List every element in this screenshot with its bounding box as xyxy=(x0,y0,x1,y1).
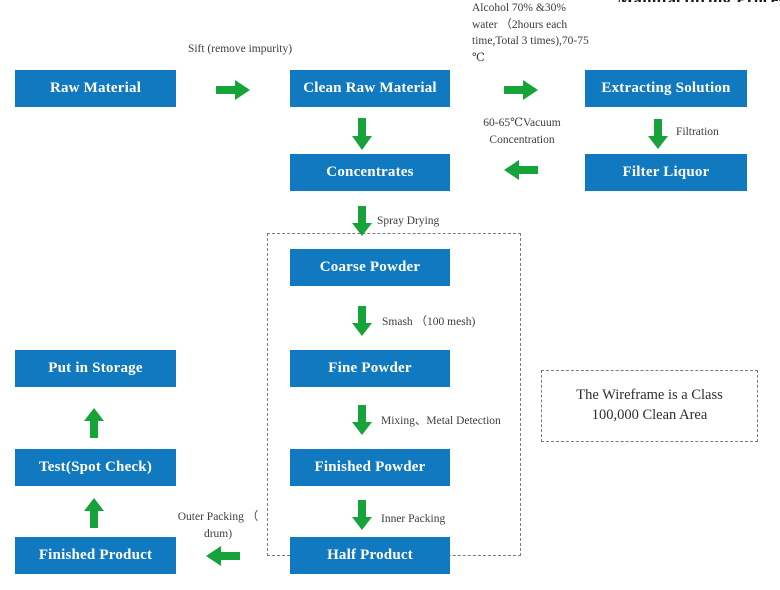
edge-label-mixing-metal-detection: Mixing、Metal Detection xyxy=(381,415,501,427)
arrow-down-filtration xyxy=(648,119,668,149)
arrow-down-spray-drying xyxy=(352,206,372,236)
edge-label-alcohol-extraction: Alcohol 70% &30% water （2hours each time… xyxy=(472,2,589,65)
node-extracting-solution[interactable]: Extracting Solution xyxy=(585,70,747,107)
node-finished-product[interactable]: Finished Product xyxy=(15,537,176,574)
arrow-right-sift xyxy=(216,80,250,100)
node-raw-material[interactable]: Raw Material xyxy=(15,70,176,107)
node-put-in-storage[interactable]: Put in Storage xyxy=(15,350,176,387)
edge-label-spray-drying: Spray Drying xyxy=(377,215,440,227)
edge-label-filtration: Filtration xyxy=(676,126,719,138)
flowchart-canvas: Manufacturing Process Raw Material Sift … xyxy=(0,0,780,590)
arrow-down-inner-packing xyxy=(352,500,372,530)
arrow-left-vacuum-concentration xyxy=(504,160,538,180)
page-title-clipped: Manufacturing Process xyxy=(617,0,780,2)
edge-label-smash: Smash （100 mesh) xyxy=(382,316,476,328)
node-finished-powder[interactable]: Finished Powder xyxy=(290,449,450,486)
node-half-product[interactable]: Half Product xyxy=(290,537,450,574)
node-concentrates[interactable]: Concentrates xyxy=(290,154,450,191)
arrow-right-extraction xyxy=(504,80,538,100)
arrow-left-outer-packing xyxy=(206,546,240,566)
edge-label-inner-packing: Inner Packing xyxy=(381,513,446,525)
node-test-spot-check[interactable]: Test(Spot Check) xyxy=(15,449,176,486)
node-fine-powder[interactable]: Fine Powder xyxy=(290,350,450,387)
edge-label-sift: Sift (remove impurity) xyxy=(187,43,293,55)
arrow-down-mixing xyxy=(352,405,372,435)
arrow-up-to-storage xyxy=(84,408,104,438)
arrow-down-to-concentrates xyxy=(352,118,372,150)
arrow-up-to-test xyxy=(84,498,104,528)
edge-label-vacuum-concentration: 60-65℃Vacuum Concentration xyxy=(483,117,561,146)
legend-clean-area-note: The Wireframe is a Class 100,000 Clean A… xyxy=(541,370,758,442)
node-clean-raw-material[interactable]: Clean Raw Material xyxy=(290,70,450,107)
node-filter-liquor[interactable]: Filter Liquor xyxy=(585,154,747,191)
node-coarse-powder[interactable]: Coarse Powder xyxy=(290,249,450,286)
arrow-down-smash xyxy=(352,306,372,336)
